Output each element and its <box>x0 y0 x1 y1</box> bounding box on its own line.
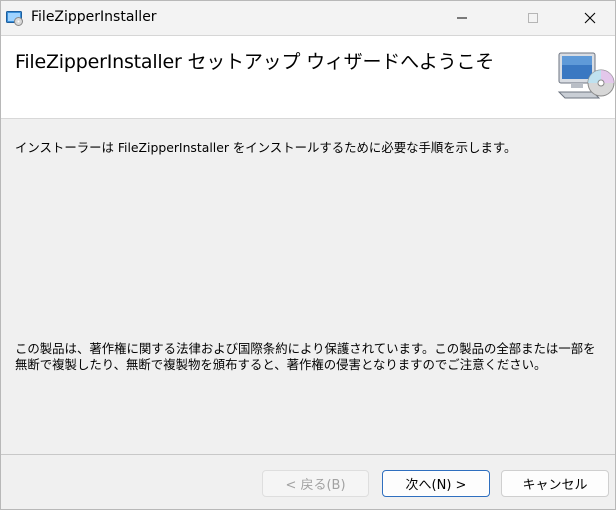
computer-cd-icon <box>557 48 615 104</box>
title-bar[interactable]: FileZipperInstaller <box>1 1 615 36</box>
button-separator <box>1 454 615 455</box>
intro-text: インストーラーは FileZipperInstaller をインストールするため… <box>15 140 517 155</box>
window-title: FileZipperInstaller <box>31 9 157 25</box>
installer-app-icon <box>6 10 24 26</box>
wizard-banner: FileZipperInstaller セットアップ ウィザードへようこそ <box>1 36 615 119</box>
cancel-button[interactable]: キャンセル <box>501 470 609 497</box>
banner-title: FileZipperInstaller セットアップ ウィザードへようこそ <box>15 51 495 73</box>
next-button[interactable]: 次へ(N) > <box>382 470 490 497</box>
maximize-button[interactable] <box>510 1 556 35</box>
minimize-button[interactable] <box>439 1 485 35</box>
wizard-content: インストーラーは FileZipperInstaller をインストールするため… <box>1 119 615 454</box>
close-button[interactable] <box>567 1 613 35</box>
copyright-notice: この製品は、著作権に関する法律および国際条約により保護されています。この製品の全… <box>15 341 596 372</box>
installer-window: FileZipperInstaller FileZipperInstaller … <box>0 0 616 510</box>
close-icon <box>584 12 596 24</box>
minimize-icon <box>457 17 467 19</box>
back-button[interactable]: < 戻る(B) <box>262 470 369 497</box>
maximize-icon <box>528 13 538 23</box>
